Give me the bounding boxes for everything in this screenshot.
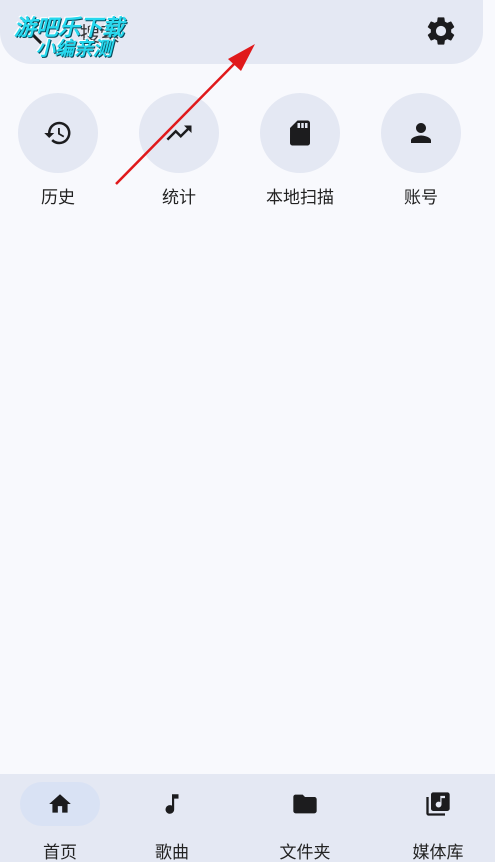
person-icon xyxy=(411,123,431,143)
quick-action-label: 统计 xyxy=(162,188,196,208)
quick-action-label: 账号 xyxy=(404,188,438,208)
quick-action-label: 本地扫描 xyxy=(266,188,334,208)
app-screen: 搜索 游吧乐下载 小编亲测 历史 统计 本地扫描 账号 首页 歌曲 文件夹 媒体… xyxy=(0,0,495,862)
trending-up-icon xyxy=(166,125,192,141)
quick-action-label: 历史 xyxy=(41,188,75,208)
watermark-line2: 小编亲测 xyxy=(36,38,113,60)
quick-action-account[interactable]: 账号 xyxy=(371,93,471,208)
library-music-icon xyxy=(426,792,450,816)
stats-button[interactable] xyxy=(139,93,219,173)
bottom-navigation: 首页 歌曲 文件夹 媒体库 xyxy=(0,774,495,862)
sd-card-icon xyxy=(290,120,310,146)
home-icon xyxy=(49,794,71,813)
quick-action-local-scan[interactable]: 本地扫描 xyxy=(250,93,350,208)
nav-item-home[interactable]: 首页 xyxy=(0,774,122,862)
folder-icon xyxy=(293,794,317,814)
nav-pill[interactable] xyxy=(20,782,100,826)
watermark: 游吧乐下载 小编亲测 xyxy=(14,10,154,62)
nav-pill[interactable] xyxy=(132,782,212,826)
nav-pill[interactable] xyxy=(265,782,345,826)
music-note-icon xyxy=(165,794,179,814)
nav-label: 歌曲 xyxy=(155,843,189,862)
nav-pill[interactable] xyxy=(398,782,478,826)
gear-icon[interactable] xyxy=(424,14,458,48)
quick-action-stats[interactable]: 统计 xyxy=(129,93,229,208)
quick-action-history[interactable]: 历史 xyxy=(8,93,108,208)
account-button[interactable] xyxy=(381,93,461,173)
nav-item-songs[interactable]: 歌曲 xyxy=(110,774,234,862)
history-icon xyxy=(44,121,71,145)
nav-label: 文件夹 xyxy=(279,843,331,862)
nav-item-library[interactable]: 媒体库 xyxy=(376,774,495,862)
nav-label: 媒体库 xyxy=(412,843,464,862)
history-button[interactable] xyxy=(18,93,98,173)
nav-item-folders[interactable]: 文件夹 xyxy=(243,774,367,862)
local-scan-button[interactable] xyxy=(260,93,340,173)
nav-label: 首页 xyxy=(43,843,77,862)
